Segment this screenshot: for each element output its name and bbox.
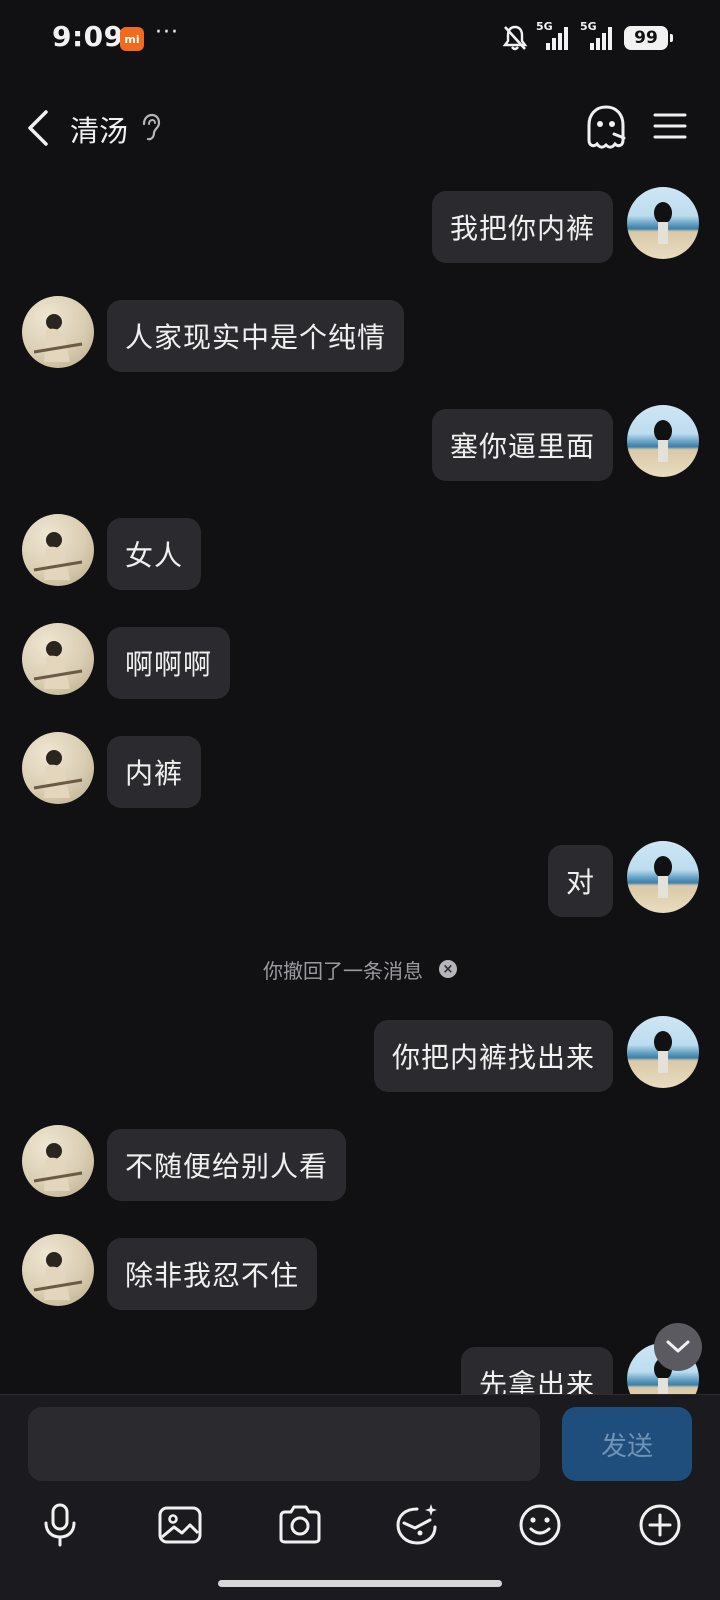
message-bubble-received[interactable]: 人家现实中是个纯情 bbox=[107, 300, 405, 372]
chevron-down-icon bbox=[666, 1340, 690, 1353]
my-avatar[interactable] bbox=[627, 187, 699, 259]
contact-avatar[interactable] bbox=[22, 1234, 94, 1306]
home-indicator[interactable] bbox=[218, 1580, 502, 1587]
my-avatar[interactable] bbox=[627, 405, 699, 477]
image-icon[interactable] bbox=[156, 1501, 204, 1549]
message-bubble-received[interactable]: 内裤 bbox=[107, 736, 202, 808]
ghost-icon[interactable] bbox=[584, 104, 628, 150]
more-notifications-icon: ··· bbox=[155, 20, 179, 45]
message-bubble-received[interactable]: 除非我忍不住 bbox=[107, 1238, 318, 1310]
status-indicators: 5G 5G 99 bbox=[502, 20, 673, 52]
status-time: 9:09 bbox=[52, 20, 124, 53]
message-bubble-sent[interactable]: 你把内裤找出来 bbox=[373, 1020, 613, 1092]
plus-icon[interactable] bbox=[636, 1501, 684, 1549]
my-avatar[interactable] bbox=[627, 841, 699, 913]
menu-icon[interactable] bbox=[652, 108, 688, 144]
message-bubble-received[interactable]: 女人 bbox=[107, 518, 202, 590]
send-button[interactable]: 发送 bbox=[562, 1407, 692, 1481]
close-icon[interactable]: × bbox=[439, 960, 457, 978]
signal-5g-icon: 5G bbox=[580, 20, 616, 52]
mi-notification-icon: mi bbox=[120, 27, 144, 51]
chat-title[interactable]: 清汤 bbox=[70, 108, 128, 150]
scroll-to-bottom-button[interactable] bbox=[654, 1323, 702, 1371]
camera-icon[interactable] bbox=[276, 1501, 324, 1549]
chat-header: 清汤 bbox=[0, 88, 720, 168]
message-bubble-sent[interactable]: 对 bbox=[547, 845, 613, 917]
contact-avatar[interactable] bbox=[22, 514, 94, 586]
message-bubble-sent[interactable]: 我把你内裤 bbox=[431, 191, 613, 263]
recall-notice-text: 你撤回了一条消息 bbox=[263, 958, 423, 983]
recall-notice: 你撤回了一条消息 × bbox=[0, 954, 720, 984]
contact-avatar[interactable] bbox=[22, 296, 94, 368]
message-input[interactable] bbox=[28, 1407, 540, 1481]
smile-icon[interactable] bbox=[516, 1501, 564, 1549]
my-avatar[interactable] bbox=[627, 1016, 699, 1088]
back-icon[interactable] bbox=[22, 106, 62, 150]
battery-icon: 99 bbox=[624, 26, 673, 50]
status-bar: 9:09 mi ··· 5G 5G 99 bbox=[0, 0, 720, 80]
signal-5g-icon: 5G bbox=[536, 20, 572, 52]
composer: 发送 bbox=[0, 1394, 720, 1600]
contact-avatar[interactable] bbox=[22, 1125, 94, 1197]
message-bubble-received[interactable]: 啊啊啊 bbox=[107, 627, 231, 699]
mute-bell-icon bbox=[502, 24, 528, 52]
message-bubble-received[interactable]: 不随便给别人看 bbox=[107, 1129, 347, 1201]
contact-avatar[interactable] bbox=[22, 623, 94, 695]
emoji-face-icon[interactable] bbox=[393, 1501, 441, 1549]
contact-avatar[interactable] bbox=[22, 732, 94, 804]
message-bubble-sent[interactable]: 塞你逼里面 bbox=[431, 409, 613, 481]
ear-icon[interactable] bbox=[140, 112, 162, 144]
microphone-icon[interactable] bbox=[36, 1501, 84, 1549]
